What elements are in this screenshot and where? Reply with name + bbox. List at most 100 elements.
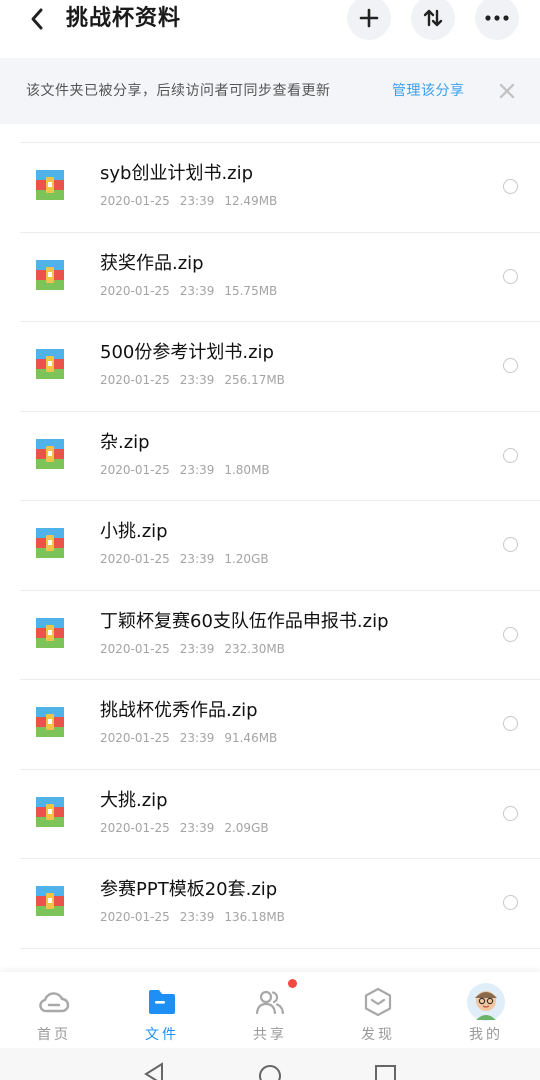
back-triangle-icon[interactable] xyxy=(142,1062,166,1080)
select-checkbox[interactable] xyxy=(503,895,518,910)
tab-discover-label: 发现 xyxy=(361,1027,395,1043)
file-size: 1.20GB xyxy=(224,552,269,566)
system-nav-bar xyxy=(0,1048,540,1080)
more-button[interactable] xyxy=(475,0,519,40)
file-date: 2020-01-25 xyxy=(100,373,170,387)
file-meta: 2020-01-25 23:39 12.49MB xyxy=(100,192,287,210)
tab-discover[interactable]: 发现 xyxy=(324,972,432,1048)
file-meta: 2020-01-25 23:39 256.17MB xyxy=(100,371,295,389)
zip-archive-icon xyxy=(36,170,64,200)
zip-archive-icon xyxy=(36,707,64,737)
file-row[interactable]: 参赛PPT模板20套.zip 2020-01-25 23:39 136.18MB xyxy=(0,858,540,948)
folder-icon xyxy=(149,990,175,1014)
file-name: 500份参考计划书.zip xyxy=(100,342,274,363)
row-divider xyxy=(20,500,540,501)
row-divider xyxy=(20,679,540,680)
file-time: 23:39 xyxy=(179,462,215,477)
file-meta: 2020-01-25 23:39 1.20GB xyxy=(100,550,279,568)
file-time: 23:39 xyxy=(179,641,215,656)
row-divider xyxy=(20,768,540,770)
file-meta: 2020-01-25 23:39 1.80MB xyxy=(100,461,280,479)
zip-archive-icon xyxy=(36,349,64,379)
tab-share[interactable]: 共享 xyxy=(216,972,324,1048)
people-icon xyxy=(255,990,285,1015)
file-row[interactable]: 500份参考计划书.zip 2020-01-25 23:39 256.17MB xyxy=(0,321,540,411)
file-name: 大挑.zip xyxy=(100,789,168,811)
row-divider xyxy=(20,321,540,322)
file-date: 2020-01-25 xyxy=(100,462,170,477)
file-meta: 2020-01-25 23:39 15.75MB xyxy=(100,282,287,300)
file-row[interactable]: syb创业计划书.zip 2020-01-25 23:39 12.49MB xyxy=(0,142,540,232)
file-time: 23:39 xyxy=(179,731,215,745)
zip-archive-icon xyxy=(36,886,64,916)
row-divider xyxy=(20,858,540,859)
tab-share-label: 共享 xyxy=(253,1027,287,1043)
file-date: 2020-01-25 xyxy=(100,283,170,298)
file-name: 挑战杯优秀作品.zip xyxy=(100,700,258,721)
file-size: 12.49MB xyxy=(224,194,278,208)
notification-badge xyxy=(288,979,297,988)
file-size: 1.80MB xyxy=(224,462,270,477)
select-checkbox[interactable] xyxy=(503,537,518,552)
row-divider xyxy=(20,231,540,233)
file-row[interactable]: 小挑.zip 2020-01-25 23:39 1.20GB xyxy=(0,500,540,590)
row-divider xyxy=(20,589,540,591)
file-date: 2020-01-25 xyxy=(100,910,170,924)
file-meta: 2020-01-25 23:39 2.09GB xyxy=(100,819,279,837)
tab-home[interactable]: 首页 xyxy=(0,972,108,1048)
file-name: 丁颖杯复赛60支队伍作品申报书.zip xyxy=(100,610,389,632)
file-meta: 2020-01-25 23:39 91.46MB xyxy=(100,729,287,747)
bottom-tab-bar: 首页 文件 共享 发现 我的 xyxy=(0,972,540,1048)
file-name: 参赛PPT模板20套.zip xyxy=(100,879,278,900)
more-dots-icon xyxy=(485,15,509,21)
recents-square-icon[interactable] xyxy=(374,1062,398,1080)
row-divider xyxy=(20,142,540,143)
select-checkbox[interactable] xyxy=(503,626,518,642)
avatar xyxy=(467,983,505,1021)
home-circle-icon[interactable] xyxy=(258,1062,282,1080)
file-row[interactable]: 获奖作品.zip 2020-01-25 23:39 15.75MB xyxy=(0,231,540,322)
tab-me[interactable]: 我的 xyxy=(432,972,540,1048)
file-size: 15.75MB xyxy=(224,283,278,298)
zip-archive-icon xyxy=(36,438,64,469)
tab-files[interactable]: 文件 xyxy=(108,972,216,1048)
file-date: 2020-01-25 xyxy=(100,641,170,656)
file-date: 2020-01-25 xyxy=(100,731,170,745)
close-icon[interactable] xyxy=(496,80,518,102)
file-row[interactable]: 挑战杯优秀作品.zip 2020-01-25 23:39 91.46MB xyxy=(0,679,540,769)
file-time: 23:39 xyxy=(179,552,215,566)
file-row[interactable]: 杂.zip 2020-01-25 23:39 1.80MB xyxy=(0,410,540,501)
add-button[interactable] xyxy=(347,0,391,40)
select-checkbox[interactable] xyxy=(503,268,518,284)
top-bar: 挑战杯资料 xyxy=(0,0,540,58)
file-meta: 2020-01-25 23:39 232.30MB xyxy=(100,640,295,658)
share-notice-banner: 该文件夹已被分享，后续访问者可同步查看更新 管理该分享 xyxy=(0,58,540,124)
page-title: 挑战杯资料 xyxy=(66,6,182,31)
file-time: 23:39 xyxy=(179,373,215,387)
cloud-icon xyxy=(39,992,70,1013)
tab-files-label: 文件 xyxy=(145,1027,179,1043)
select-checkbox[interactable] xyxy=(503,716,518,731)
select-checkbox[interactable] xyxy=(503,805,518,821)
hexagon-icon xyxy=(364,987,392,1017)
select-checkbox[interactable] xyxy=(503,447,518,463)
file-size: 232.30MB xyxy=(224,641,285,656)
file-row[interactable]: 大挑.zip 2020-01-25 23:39 2.09GB xyxy=(0,768,540,859)
zip-archive-icon xyxy=(36,617,64,648)
select-checkbox[interactable] xyxy=(503,179,518,194)
file-time: 23:39 xyxy=(179,910,215,924)
back-button[interactable] xyxy=(22,4,52,34)
file-size: 136.18MB xyxy=(224,910,285,924)
zip-archive-icon xyxy=(36,796,64,827)
sort-button[interactable] xyxy=(411,0,455,40)
tab-home-label: 首页 xyxy=(37,1027,71,1043)
select-checkbox[interactable] xyxy=(503,358,518,373)
file-size: 2.09GB xyxy=(224,820,269,835)
file-meta: 2020-01-25 23:39 136.18MB xyxy=(100,908,295,926)
chevron-left-icon xyxy=(31,8,43,30)
row-divider xyxy=(20,410,540,412)
file-row[interactable]: 丁颖杯复赛60支队伍作品申报书.zip 2020-01-25 23:39 232.3… xyxy=(0,589,540,680)
file-name: 杂.zip xyxy=(100,431,150,453)
manage-share-link[interactable]: 管理该分享 xyxy=(392,80,465,102)
file-date: 2020-01-25 xyxy=(100,552,170,566)
